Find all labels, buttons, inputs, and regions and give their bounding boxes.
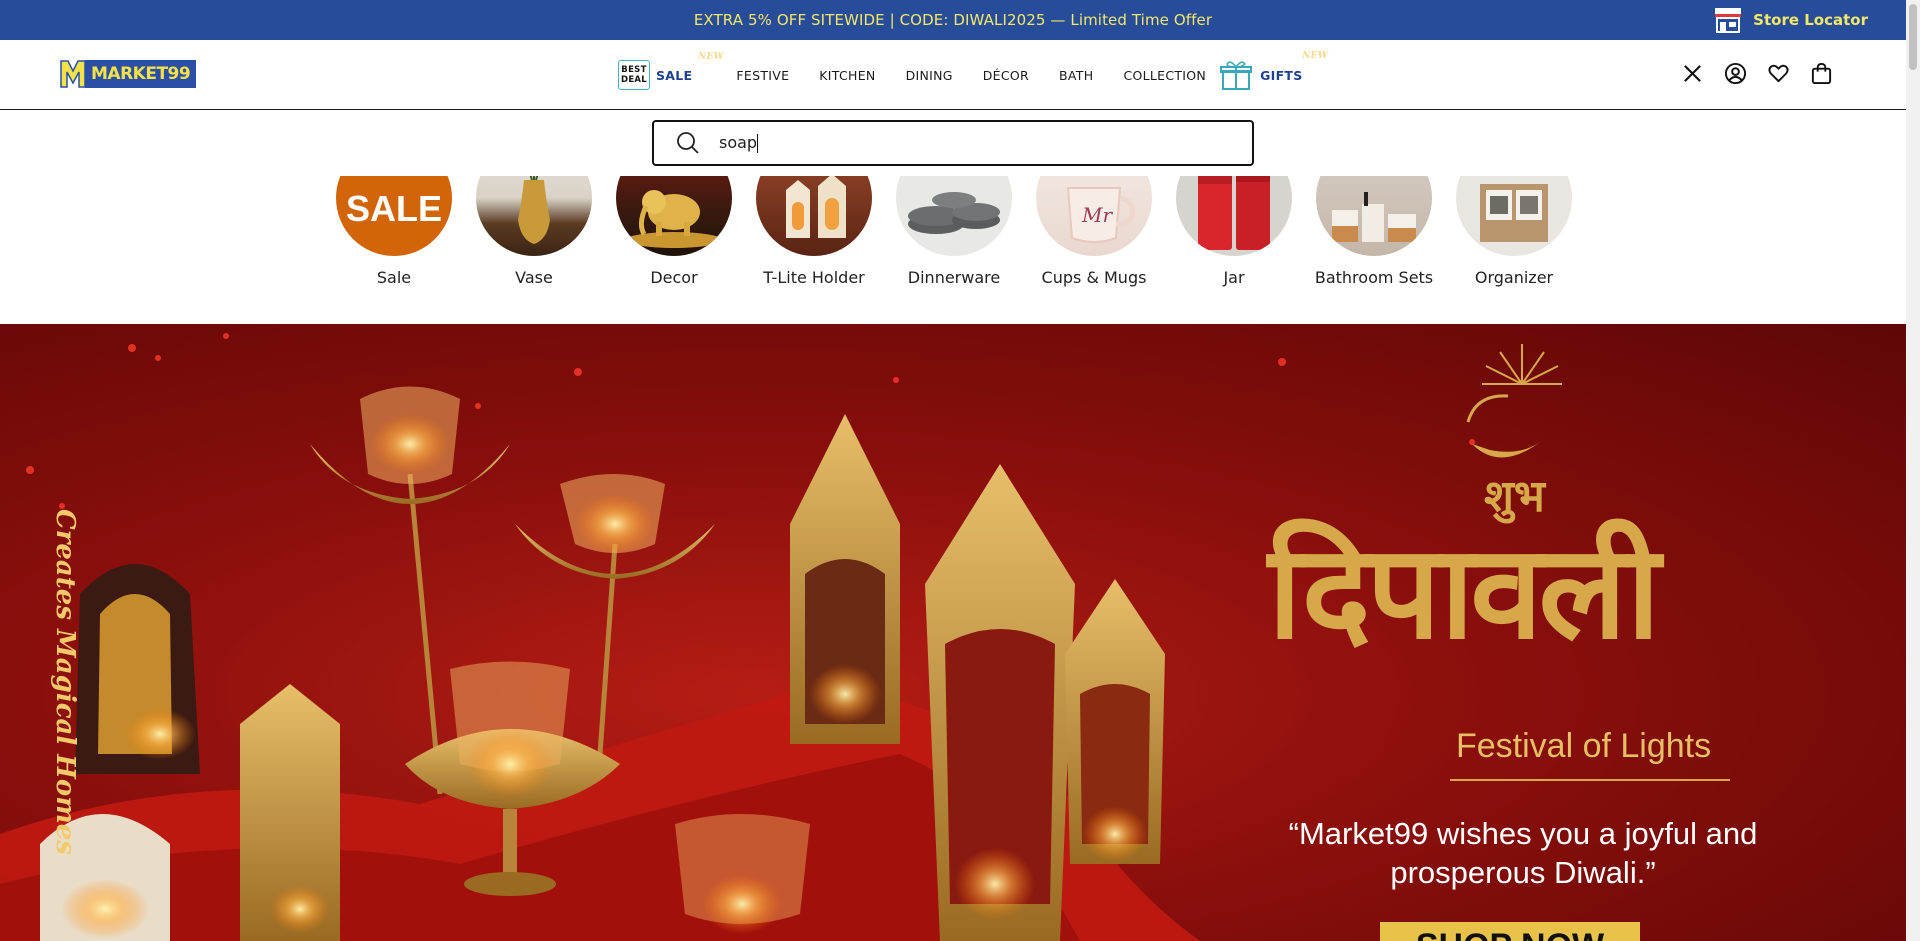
dinnerware-image <box>908 192 1000 234</box>
category-image: Mr <box>1036 176 1152 256</box>
main-nav: BEST DEAL SALE NEW FESTIVE KITCHEN DININ… <box>618 50 1333 100</box>
svg-text:Mr: Mr <box>1081 203 1113 227</box>
category-decor[interactable]: Decor <box>604 176 744 287</box>
store-locator-link[interactable]: Store Locator <box>1713 6 1868 34</box>
category-image <box>1176 176 1292 256</box>
search-bar[interactable]: soap <box>652 120 1254 166</box>
wishlist-icon[interactable] <box>1767 62 1790 85</box>
category-image <box>1316 176 1432 256</box>
nav-dining[interactable]: DINING <box>906 68 953 83</box>
category-label: Jar <box>1223 268 1245 287</box>
category-cups-mugs[interactable]: Mr Cups & Mugs <box>1024 176 1164 287</box>
vase-image <box>518 176 550 244</box>
category-image <box>756 176 872 256</box>
hero-divider <box>1450 779 1730 781</box>
nav-collection[interactable]: COLLECTION <box>1123 68 1206 83</box>
elephant-image <box>626 190 722 248</box>
shop-now-button[interactable]: SHOP NOW <box>1380 922 1640 941</box>
announcement-text: EXTRA 5% OFF SITEWIDE | CODE: DIWALI2025… <box>693 11 1213 29</box>
category-label: Sale <box>376 268 412 287</box>
nav-gifts[interactable]: GIFTS NEW <box>1220 51 1328 91</box>
category-image <box>616 176 732 256</box>
nav-festive[interactable]: FESTIVE <box>736 68 789 83</box>
category-label: Cups & Mugs <box>1041 268 1147 287</box>
market99-logo[interactable]: MARKET99 <box>58 57 197 91</box>
logo-mark-icon <box>60 60 86 88</box>
category-label: Bathroom Sets <box>1314 268 1434 287</box>
search-icon <box>677 132 699 154</box>
nav-sale[interactable]: BEST DEAL SALE NEW <box>618 52 724 90</box>
logo-wordmark: MARKET99 <box>85 60 197 88</box>
close-icon[interactable] <box>1681 62 1704 85</box>
category-organizer[interactable]: Organizer <box>1444 176 1584 287</box>
category-label: T-Lite Holder <box>763 268 865 287</box>
announcement-bar: EXTRA 5% OFF SITEWIDE | CODE: DIWALI2025… <box>0 0 1906 40</box>
nav-decor[interactable]: DÉCOR <box>983 68 1029 83</box>
hero-deepawali-text: दिपावली <box>1268 515 1660 668</box>
category-label: Decor <box>650 268 698 287</box>
best-deal-line1: BEST <box>621 65 647 75</box>
nav-sale-new-tag: NEW <box>698 52 725 62</box>
gift-icon <box>1220 61 1253 90</box>
hero-wish-text: “Market99 wishes you a joyful and prospe… <box>1288 816 1758 890</box>
jar-image <box>1198 176 1270 250</box>
nav-sale-label: SALE <box>656 67 693 83</box>
logo-text: MARKET99 <box>91 64 191 84</box>
hero-festival-text: Festival of Lights <box>1456 727 1712 765</box>
nav-gifts-new-tag: NEW <box>1302 51 1329 61</box>
account-icon[interactable] <box>1724 62 1747 85</box>
category-image: SALE <box>336 176 452 256</box>
category-label: Organizer <box>1474 268 1554 287</box>
category-image <box>1456 176 1572 256</box>
hero-banner[interactable]: Creates Magical Homes शुभ दिपावली Festiv… <box>0 324 1906 941</box>
page: EXTRA 5% OFF SITEWIDE | CODE: DIWALI2025… <box>0 0 1920 941</box>
store-icon <box>1715 8 1742 33</box>
category-image <box>896 176 1012 256</box>
nav-gifts-label: GIFTS <box>1260 67 1303 83</box>
bathroom-set-image <box>1332 192 1416 242</box>
search-input[interactable]: soap <box>719 133 1219 153</box>
category-tlite-holder[interactable]: T-Lite Holder <box>744 176 884 287</box>
category-jar[interactable]: Jar <box>1164 176 1304 287</box>
site-header: MARKET99 BEST DEAL SALE NEW FESTIVE KITC… <box>0 40 1906 110</box>
category-vase[interactable]: Vase <box>464 176 604 287</box>
category-bathroom-sets[interactable]: Bathroom Sets <box>1304 176 1444 287</box>
lantern-image <box>786 176 846 238</box>
scrollbar-thumb[interactable] <box>1909 4 1917 70</box>
nav-kitchen[interactable]: KITCHEN <box>819 68 875 83</box>
text-caret <box>757 134 759 153</box>
category-label: Dinnerware <box>907 268 1001 287</box>
page-scrollbar[interactable] <box>1906 0 1920 941</box>
cart-icon[interactable] <box>1810 62 1833 85</box>
category-sale[interactable]: SALE Sale <box>324 176 464 287</box>
best-deal-icon: BEST DEAL <box>618 60 650 90</box>
header-actions <box>1681 62 1833 85</box>
category-image <box>476 176 592 256</box>
organizer-image <box>1480 184 1548 242</box>
hero-vertical-tagline: Creates Magical Homes <box>50 509 80 855</box>
store-locator-label: Store Locator <box>1753 11 1868 29</box>
mug-image: Mr <box>1066 187 1136 243</box>
category-dinnerware[interactable]: Dinnerware <box>884 176 1024 287</box>
sale-badge-text: SALE <box>345 188 442 229</box>
search-value: soap <box>719 133 758 152</box>
nav-bath[interactable]: BATH <box>1059 68 1093 83</box>
category-strip: SALE Sale Vase Decor T-Lite Holder Dinne… <box>324 176 1584 287</box>
category-label: Vase <box>515 268 553 287</box>
best-deal-line2: DEAL <box>620 75 648 85</box>
